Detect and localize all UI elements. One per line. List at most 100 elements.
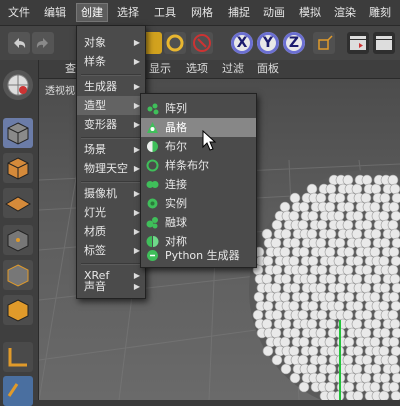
create-menu-material[interactable]: 材质 ▶ xyxy=(77,222,145,241)
atom-sphere xyxy=(306,228,318,240)
atom-sphere xyxy=(271,219,283,231)
model-mode-button[interactable] xyxy=(3,118,33,148)
atom-sphere xyxy=(289,372,301,384)
submenu-item-connect[interactable]: 连接 xyxy=(141,175,256,194)
atom-sphere xyxy=(270,237,282,249)
create-menu-camera[interactable]: 摄像机 ▶ xyxy=(77,184,145,203)
submenu-item-array[interactable]: 阵列 xyxy=(141,99,256,118)
redo-button[interactable] xyxy=(32,32,54,54)
create-menu-physical-sky[interactable]: 物理天空 ▶ xyxy=(77,159,145,178)
tweak-mode-button[interactable] xyxy=(3,376,33,406)
atom-sphere xyxy=(361,309,373,321)
submenu-item-spline-mask[interactable]: 样条布尔 xyxy=(141,156,256,175)
point-mode-button[interactable] xyxy=(3,225,33,255)
axis-corner-icon xyxy=(8,348,27,367)
rotate-tool-button[interactable] xyxy=(164,32,186,54)
menu-simulate[interactable]: 模拟 xyxy=(295,4,325,21)
menu-tools[interactable]: 工具 xyxy=(150,4,180,21)
create-menu-object[interactable]: 对象 ▶ xyxy=(77,33,145,52)
create-menu-modeling[interactable]: 造型 ▶ xyxy=(77,96,145,115)
render-view-button[interactable] xyxy=(347,32,369,54)
atom-sphere xyxy=(360,237,372,249)
create-menu-deformer[interactable]: 变形器 ▶ xyxy=(77,115,145,134)
create-menu-sound[interactable]: 声音 ▶ xyxy=(77,278,145,295)
edge-mode-button[interactable] xyxy=(3,260,33,290)
atom-sphere xyxy=(369,201,381,213)
atom-sphere xyxy=(390,300,400,312)
toolbar: X Y Z xyxy=(0,26,400,61)
menu-select[interactable]: 选择 xyxy=(113,4,143,21)
rotate-icon xyxy=(166,34,184,52)
atom-sphere xyxy=(387,174,399,186)
menu-sculpt[interactable]: 雕刻 xyxy=(365,4,395,21)
z-axis-button[interactable]: Z xyxy=(283,32,305,54)
render-picture-viewer-button[interactable] xyxy=(373,32,395,54)
atom-sphere xyxy=(369,336,381,348)
submenu-item-boole[interactable]: 布尔 xyxy=(141,137,256,156)
atom-sphere xyxy=(279,336,291,348)
viewport-menu-filter[interactable]: 过滤 xyxy=(222,62,244,76)
atom-sphere xyxy=(369,291,381,303)
atom-sphere xyxy=(389,183,400,195)
menu-separator xyxy=(81,181,141,183)
coordinate-system-button[interactable] xyxy=(313,32,335,54)
atom-sphere xyxy=(352,390,364,400)
x-axis-button[interactable]: X xyxy=(231,32,253,54)
globe-tool[interactable] xyxy=(3,70,33,100)
point-cube-icon xyxy=(7,229,29,252)
viewport-menu-options[interactable]: 选项 xyxy=(186,62,208,76)
y-axis-button[interactable]: Y xyxy=(257,32,279,54)
atom-sphere xyxy=(342,354,354,366)
atom-sphere xyxy=(315,327,327,339)
atom-sphere xyxy=(370,363,382,375)
create-menu-scene[interactable]: 场景 ▶ xyxy=(77,140,145,159)
create-menu: 对象 ▶ 样条 ▶ 生成器 ▶ 造型 ▶ 变形器 ▶ 场景 ▶ 物理天空 ▶ 摄像机 ▶ 灯光 ▶… xyxy=(76,25,146,299)
atom-sphere xyxy=(279,291,291,303)
submenu-item-atom-array[interactable]: 晶格 xyxy=(141,118,256,137)
texture-mode-button[interactable] xyxy=(3,153,33,183)
atom-sphere xyxy=(379,282,391,294)
atom-sphere xyxy=(360,327,372,339)
polygon-mode-button[interactable] xyxy=(3,295,33,325)
menu-separator xyxy=(81,263,141,265)
menu-file[interactable]: 文件 xyxy=(4,4,34,21)
submenu-item-python-generator[interactable]: Python 生成器 xyxy=(141,247,256,265)
atom-sphere xyxy=(334,237,346,249)
atom-sphere xyxy=(262,300,274,312)
atom-sphere xyxy=(324,246,336,258)
atom-sphere xyxy=(297,354,309,366)
create-menu-spline[interactable]: 样条 ▶ xyxy=(77,52,145,71)
atom-sphere xyxy=(271,264,283,276)
atom-sphere xyxy=(288,345,300,357)
atom-sphere xyxy=(288,210,300,222)
menu-render[interactable]: 渲染 xyxy=(330,4,360,21)
menu-edit[interactable]: 编辑 xyxy=(40,4,70,21)
workplane-button[interactable] xyxy=(3,188,33,218)
submenu-item-metaball[interactable]: 融球 xyxy=(141,213,256,232)
create-menu-generator[interactable]: 生成器 ▶ xyxy=(77,77,145,96)
menu-animate[interactable]: 动画 xyxy=(259,4,289,21)
submenu-item-instance[interactable]: 实例 xyxy=(141,194,256,213)
axis-mode-button[interactable] xyxy=(3,342,33,372)
undo-button[interactable] xyxy=(8,32,30,54)
atom-sphere xyxy=(262,255,274,267)
atom-array-icon xyxy=(147,122,158,133)
atom-sphere xyxy=(261,318,273,330)
atom-sphere xyxy=(378,300,390,312)
menu-mesh[interactable]: 网格 xyxy=(187,4,217,21)
live-select-button[interactable] xyxy=(191,32,213,54)
atom-sphere xyxy=(391,282,400,294)
atom-sphere xyxy=(279,201,291,213)
menu-create[interactable]: 创建 xyxy=(76,3,108,22)
atom-sphere xyxy=(351,363,363,375)
atom-sphere xyxy=(352,300,364,312)
atom-sphere xyxy=(253,291,265,303)
atom-sphere xyxy=(361,174,373,186)
create-menu-light[interactable]: 灯光 ▶ xyxy=(77,203,145,222)
menu-snap[interactable]: 捕捉 xyxy=(224,4,254,21)
viewport-menu-panel[interactable]: 面板 xyxy=(257,62,279,76)
viewport-menu-display[interactable]: 显示 xyxy=(149,62,171,76)
viewport-menu-view[interactable]: 查 xyxy=(65,62,76,76)
atom-sphere xyxy=(261,228,273,240)
create-menu-tag[interactable]: 标签 ▶ xyxy=(77,241,145,260)
